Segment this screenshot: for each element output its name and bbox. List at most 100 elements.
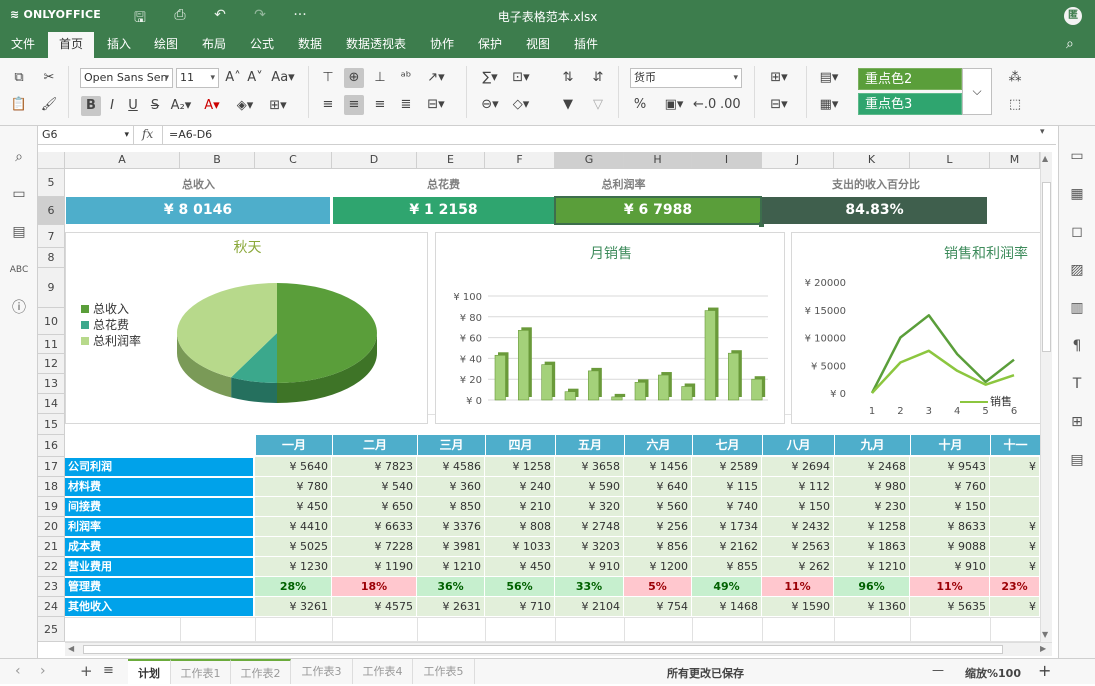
menu-layout[interactable]: 布局 [195, 32, 233, 58]
table-cell[interactable]: ¥ 1230 [255, 557, 332, 577]
scrollbar-thumb[interactable] [83, 645, 1003, 654]
menu-insert[interactable]: 插入 [100, 32, 138, 58]
table-cell[interactable] [990, 477, 1040, 497]
row-header[interactable]: 6 [38, 197, 65, 225]
chat-icon[interactable]: ▤ [9, 222, 29, 242]
month-header[interactable]: 十月 [911, 435, 990, 455]
column-header[interactable]: D [332, 152, 417, 169]
wrap-text-icon[interactable]: ᵃᵇ [396, 68, 416, 88]
row-header[interactable]: 17 [38, 457, 65, 477]
table-cell[interactable]: ¥ 210 [485, 497, 555, 517]
table-cell[interactable]: ¥ 710 [485, 597, 555, 617]
table-cell[interactable]: 96% [834, 577, 910, 597]
conditional-format-icon[interactable]: ▤▾ [814, 68, 844, 88]
table-cell[interactable]: ¥ 2432 [762, 517, 834, 537]
add-sheet-icon[interactable]: + [80, 662, 93, 680]
month-header[interactable]: 一月 [256, 435, 332, 455]
table-cell[interactable]: ¥ 740 [692, 497, 762, 517]
table-cell[interactable]: 33% [555, 577, 624, 597]
table-cell[interactable]: ¥ 856 [624, 537, 692, 557]
row-header[interactable]: 12 [38, 354, 65, 374]
bar-chart[interactable]: 月销售 ¥ 100 ¥ 80 ¥ 60 ¥ 40 ¥ 20 ¥ 0 [435, 232, 785, 424]
column-header[interactable]: F [485, 152, 555, 169]
search-icon[interactable]: ⌕ [9, 147, 29, 167]
menu-plugins[interactable]: 插件 [567, 32, 605, 58]
row-header[interactable]: 24 [38, 597, 65, 617]
zoom-in-button[interactable]: + [1038, 661, 1051, 680]
spellcheck-icon[interactable]: ABC [9, 260, 29, 280]
align-bottom-icon[interactable]: ⊥ [370, 68, 390, 88]
table-cell[interactable]: ¥ 780 [255, 477, 332, 497]
table-cell[interactable]: ¥ 150 [910, 497, 990, 517]
table-cell[interactable]: ¥ 262 [762, 557, 834, 577]
table-cell[interactable]: 11% [910, 577, 990, 597]
table-cell[interactable]: ¥ 808 [485, 517, 555, 537]
table-cell[interactable]: ¥ 1734 [692, 517, 762, 537]
table-cell[interactable]: ¥ 2563 [762, 537, 834, 557]
table-cell[interactable]: ¥ 540 [332, 477, 417, 497]
row-header[interactable]: 16 [38, 435, 65, 457]
formula-input[interactable]: =A6-D6 [169, 128, 212, 141]
table-cell[interactable]: ¥ 754 [624, 597, 692, 617]
table-cell[interactable]: ¥ 3203 [555, 537, 624, 557]
textart-settings-icon[interactable]: T [1067, 374, 1087, 394]
row-header[interactable]: 18 [38, 477, 65, 497]
table-cell[interactable]: ¥ 115 [692, 477, 762, 497]
column-header[interactable]: B [180, 152, 255, 169]
table-cell[interactable]: 18% [332, 577, 417, 597]
horizontal-scrollbar[interactable]: ◀ ▶ [65, 642, 1052, 656]
sort-asc-icon[interactable]: ⇅ [558, 68, 578, 88]
chevron-down-icon[interactable]: ▾ [1040, 127, 1045, 137]
table-cell[interactable] [990, 497, 1040, 517]
table-cell[interactable]: ¥ 230 [834, 497, 910, 517]
table-cell[interactable]: ¥ 1200 [624, 557, 692, 577]
table-cell[interactable]: ¥ 8633 [910, 517, 990, 537]
month-header[interactable]: 六月 [625, 435, 692, 455]
column-header[interactable]: M [990, 152, 1040, 169]
row-header[interactable]: 13 [38, 374, 65, 394]
table-cell[interactable]: ¥ 256 [624, 517, 692, 537]
fill-color-icon[interactable]: ◈▾ [232, 96, 258, 116]
kpi-expense[interactable]: ¥ 1 2158 [333, 197, 554, 224]
scroll-left-icon[interactable]: ◀ [68, 644, 74, 653]
table-cell[interactable]: ¥ 560 [624, 497, 692, 517]
table-cell[interactable]: ¥ 2748 [555, 517, 624, 537]
clear-filter-icon[interactable]: ▽ [588, 95, 608, 115]
sum-icon[interactable]: ∑▾ [476, 68, 504, 88]
table-cell[interactable]: ¥ 5640 [255, 457, 332, 477]
font-grow-icon[interactable]: A˄ [223, 68, 243, 88]
menu-protect[interactable]: 保护 [471, 32, 509, 58]
align-middle-icon[interactable]: ⊕ [344, 68, 364, 88]
month-header[interactable]: 三月 [418, 435, 485, 455]
scrollbar-thumb[interactable] [1042, 182, 1051, 352]
table-cell[interactable]: ¥ 360 [417, 477, 485, 497]
menu-pivot[interactable]: 数据透视表 [339, 32, 413, 58]
row-header[interactable]: 15 [38, 414, 65, 435]
table-cell[interactable]: ¥ 650 [332, 497, 417, 517]
menu-view[interactable]: 视图 [519, 32, 557, 58]
kpi-ratio[interactable]: 84.83% [762, 197, 987, 224]
comment-icon[interactable]: ▭ [9, 184, 29, 204]
table-cell[interactable]: ¥ [990, 517, 1040, 537]
sheet-tab-2[interactable]: 工作表2 [231, 659, 291, 684]
vertical-scrollbar[interactable]: ▲ ▼ [1040, 152, 1052, 642]
row-header[interactable]: 25 [38, 617, 65, 642]
table-cell[interactable]: ¥ 9088 [910, 537, 990, 557]
column-header[interactable]: E [417, 152, 485, 169]
table-cell[interactable]: ¥ 1210 [417, 557, 485, 577]
bold-icon[interactable]: B [81, 96, 101, 116]
table-cell[interactable]: ¥ 4575 [332, 597, 417, 617]
column-header[interactable]: H [624, 152, 692, 169]
table-cell[interactable]: ¥ [990, 457, 1040, 477]
table-cell[interactable]: ¥ 4410 [255, 517, 332, 537]
table-cell[interactable]: ¥ 7228 [332, 537, 417, 557]
table-cell[interactable]: 49% [692, 577, 762, 597]
table-cell[interactable]: 28% [255, 577, 332, 597]
table-cell[interactable]: ¥ 7823 [332, 457, 417, 477]
table-cell[interactable]: ¥ 2694 [762, 457, 834, 477]
table-cell[interactable]: ¥ 1863 [834, 537, 910, 557]
table-cell[interactable]: ¥ 2468 [834, 457, 910, 477]
table-cell[interactable]: ¥ 1210 [834, 557, 910, 577]
merge-icon[interactable]: ⊟▾ [422, 95, 450, 115]
table-cell[interactable]: ¥ 2162 [692, 537, 762, 557]
